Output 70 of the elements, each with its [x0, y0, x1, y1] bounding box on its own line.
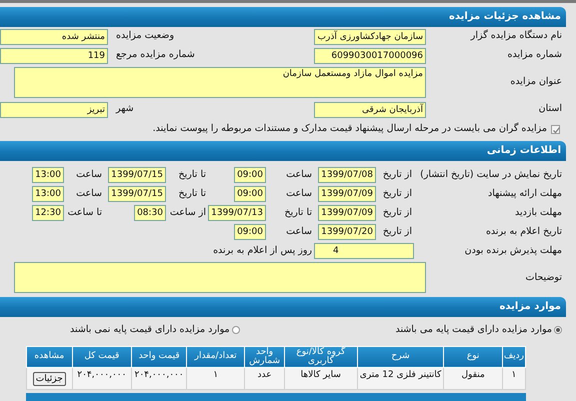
section-header: مشاهده جزئیات مزایده: [0, 7, 566, 27]
field-label: مهلت پذیرش برنده بودن: [464, 244, 563, 258]
column-header: قیمت واحد: [132, 346, 187, 367]
column-header: قیمت کل: [72, 346, 132, 367]
radio-button[interactable]: [232, 326, 240, 334]
field-label: تا تاریخ: [178, 168, 207, 182]
field-label: ساعت: [285, 224, 313, 239]
field-label: عنوان مزایده: [509, 75, 563, 90]
time-field: 08:30: [134, 204, 166, 221]
table-cell: کانتینر فلزی 12 متری: [357, 367, 444, 389]
field-label: نام دستگاه مزایده گزار: [469, 29, 563, 44]
field-label: توضیحات: [524, 270, 563, 285]
field-label: استان: [538, 102, 563, 116]
time-field: 13:00: [32, 186, 64, 202]
date-field: 1399/07/15: [108, 166, 166, 183]
date-field: 1399/07/08: [318, 166, 376, 183]
field-label: مهلت بازدید: [514, 206, 563, 220]
section-header: موارد مزایده: [0, 297, 566, 318]
table-cell: عدد: [244, 367, 284, 389]
field-label: تاریخ نمایش در سایت (تاریخ انتشار): [419, 168, 563, 182]
field-label: مهلت ارائه پیشنهاد: [487, 186, 563, 201]
field-label: ساعت: [285, 168, 313, 182]
field-label: روز پس از اعلام به برنده: [212, 244, 313, 258]
field-label: ساعت: [75, 168, 103, 182]
text-area: مزایده اموال مازاد ومستعمل سازمان: [14, 67, 426, 98]
field-label: شهر: [114, 102, 135, 116]
date-field: 1399/07/20: [318, 224, 376, 240]
column-header: شرح: [357, 346, 444, 367]
table-cell: ۱: [502, 367, 526, 389]
field-label: از تاریخ: [382, 186, 413, 201]
table-cell: منقول: [444, 367, 502, 389]
notice-text: مزایده گران می بایست در مرحله ارسال پیشنهاد قیمت مدارک و مستندات مربوطه را پیوست نمایند.: [152, 122, 547, 136]
field-label: تاریخ اعلام به برنده: [484, 224, 563, 239]
field-label: تا تاریخ: [284, 206, 313, 220]
column-header: ردیف: [502, 346, 526, 367]
column-header: نوع: [444, 346, 502, 367]
time-field: 13:00: [32, 166, 64, 183]
time-field: 09:00: [234, 166, 266, 183]
field-label: تا تاریخ: [178, 186, 207, 201]
table-cell: سایر کالاها: [284, 367, 358, 389]
date-field: 1399/07/09: [318, 186, 376, 202]
field-label: از تاریخ: [382, 168, 413, 182]
time-field: 09:00: [234, 186, 266, 202]
date-field: 1399/07/09: [318, 204, 376, 221]
time-field: 09:00: [234, 224, 266, 240]
date-field: 1399/07/15: [108, 186, 166, 202]
details-button[interactable]: جزئیات: [32, 372, 66, 386]
field-label: ساعت: [285, 186, 313, 201]
radio-button[interactable]: [554, 326, 562, 334]
column-header: گروه کالا/نوع کاربری: [284, 346, 358, 367]
checkbox[interactable]: [551, 124, 560, 134]
table-cell: ۲۰۴,۰۰۰,۰۰۰: [132, 367, 187, 389]
field-label: از تاریخ: [382, 224, 413, 239]
date-field: 1399/07/13: [208, 204, 266, 221]
time-field: 12:30: [32, 204, 64, 221]
section-header: اطلاعات زمانی: [0, 141, 566, 162]
column-header: مشاهده: [26, 346, 72, 367]
field-label: وضعیت مزایده: [115, 29, 176, 44]
field-label: شماره مزایده مرجع: [115, 48, 196, 62]
option-label[interactable]: موارد مزایده دارای قیمت پایه نمی باشند: [70, 323, 230, 338]
table-cell: ۲۰۴,۰۰۰,۰۰۰: [72, 367, 132, 389]
field-label: شماره مزایده: [506, 48, 563, 62]
column-header: واحد شمارش: [244, 346, 284, 367]
field-label: از تاریخ: [382, 206, 413, 220]
field-label: ساعت: [75, 186, 103, 201]
field-label: از ساعت: [168, 206, 207, 220]
table-cell: ۱: [186, 367, 245, 389]
column-header: تعداد/مقدار: [186, 346, 245, 367]
option-label[interactable]: موارد مزایده دارای قیمت پایه می باشند: [395, 323, 552, 338]
field-label: تا ساعت: [66, 206, 103, 220]
